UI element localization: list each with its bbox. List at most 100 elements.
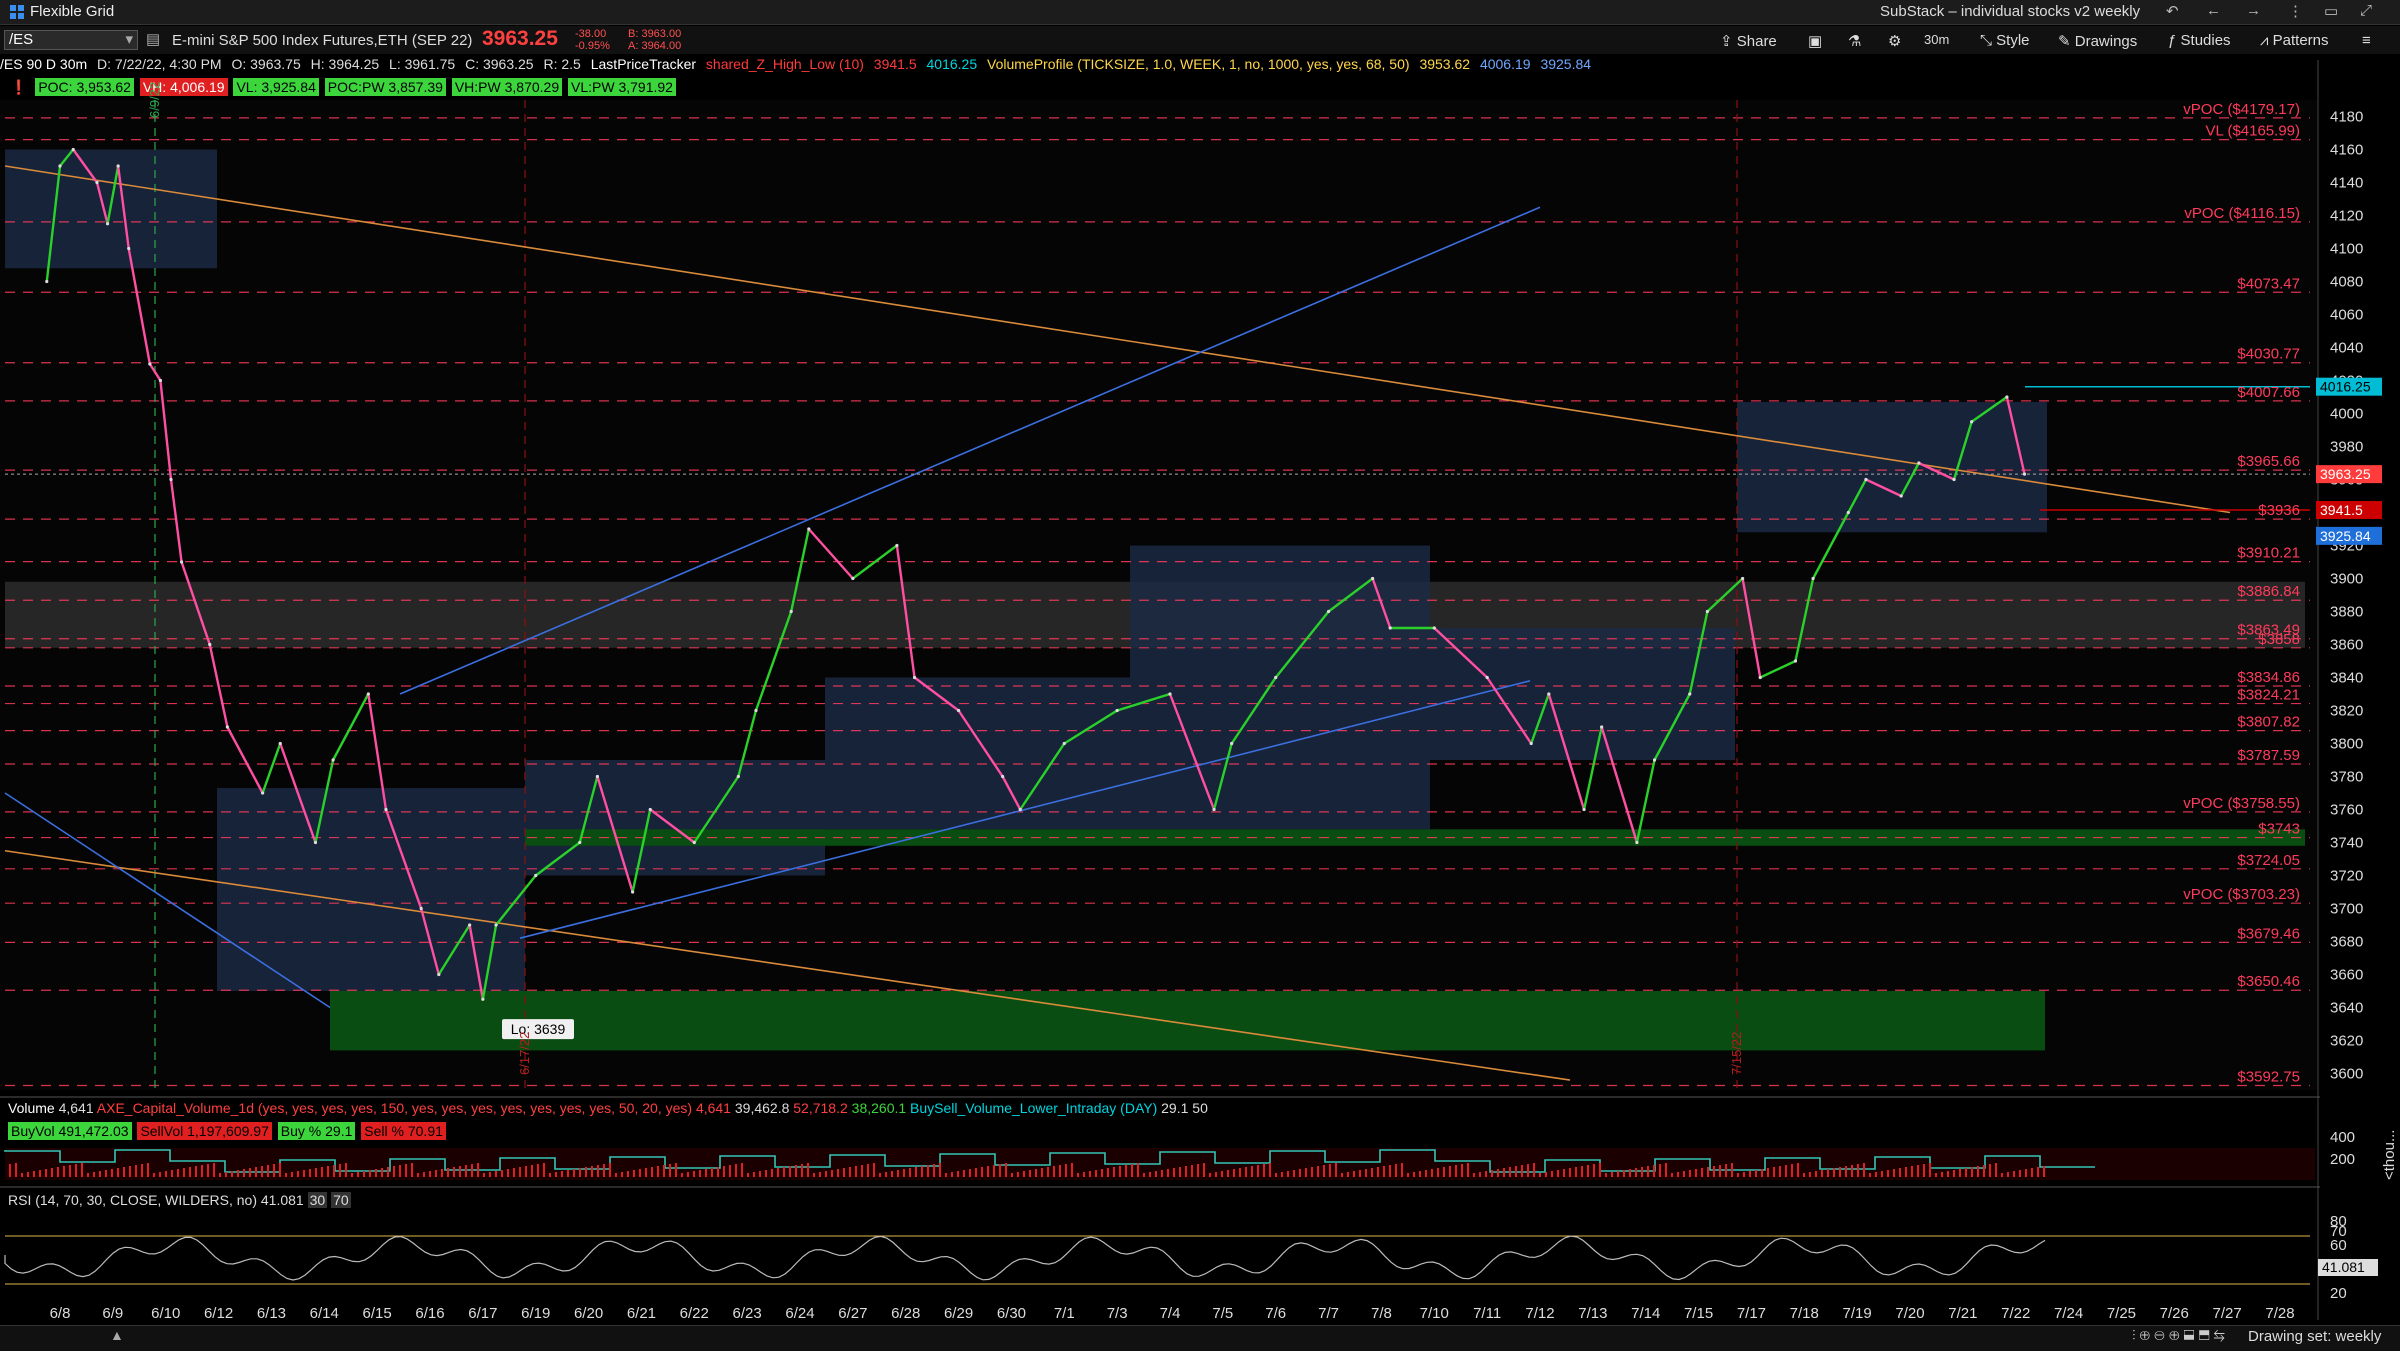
date-tick: 7/4 <box>1160 1305 1181 1322</box>
date-tick: 6/13 <box>257 1305 286 1322</box>
date-tick: 7/25 <box>2107 1305 2136 1322</box>
price-point <box>105 222 110 226</box>
collapse-icon[interactable]: ▲ <box>110 1327 124 1343</box>
level-label: $4073.47 <box>2237 275 2300 292</box>
week-marker-label: 6/17/22 <box>517 1032 532 1075</box>
price-point <box>148 362 152 366</box>
axe-value-4: 38,260.1 <box>851 1100 907 1116</box>
price-point <box>179 560 184 564</box>
price-tick: 3800 <box>2330 736 2363 753</box>
price-tick: 3820 <box>2330 703 2363 720</box>
price-point <box>692 840 696 845</box>
price-tick: 3740 <box>2330 835 2363 852</box>
price-point <box>169 477 173 482</box>
price-point <box>648 807 652 812</box>
level-label: $3650.46 <box>2237 973 2300 990</box>
price-point <box>1846 510 1850 515</box>
volume-profile-box <box>1737 401 2047 533</box>
level-label: $3592.75 <box>2237 1068 2300 1085</box>
week-marker-label: 6/9/22 <box>147 82 162 118</box>
date-tick: 7/7 <box>1318 1305 1339 1322</box>
price-point <box>331 758 335 762</box>
axe-value-3: 52,718.2 <box>793 1100 848 1116</box>
price-tick: 4080 <box>2330 274 2363 291</box>
date-tick: 7/26 <box>2160 1305 2189 1322</box>
drawing-set-label[interactable]: Drawing set: weekly <box>2248 1328 2381 1345</box>
date-tick: 6/9 <box>102 1305 123 1322</box>
rsi-value-tag-text: 41.081 <box>2322 1259 2365 1275</box>
price-point <box>1811 576 1815 581</box>
date-tick: 6/15 <box>363 1305 392 1322</box>
price-tick: 4180 <box>2330 109 2363 126</box>
price-axis-tag-text: 3941.5 <box>2320 502 2363 518</box>
price-point <box>384 807 388 812</box>
demand-zone <box>330 991 2045 1051</box>
zoom-icons[interactable]: ⫶ ⊕ ⊖ ⊕ ⬓ ⬒ ⇆ <box>2132 1327 2225 1344</box>
price-point <box>278 741 282 746</box>
date-tick: 6/19 <box>521 1305 550 1322</box>
price-point <box>1600 725 1604 729</box>
price-tick: 4160 <box>2330 142 2363 159</box>
price-chart[interactable]: 4180416041404120410040804060404040204000… <box>0 0 2400 1350</box>
date-tick: 6/29 <box>944 1305 973 1322</box>
axe-value-2: 39,462.8 <box>734 1100 790 1116</box>
date-tick: 6/22 <box>680 1305 709 1322</box>
date-tick: 6/23 <box>733 1305 762 1322</box>
price-point <box>2022 472 2027 476</box>
price-point <box>45 279 49 284</box>
level-label: VL ($4165.99) <box>2205 123 2300 140</box>
rsi-tick: 20 <box>2330 1285 2347 1302</box>
tag-buy-pct: Buy % 29.1 <box>277 1122 356 1140</box>
date-tick: 6/10 <box>151 1305 180 1322</box>
price-point <box>158 378 163 383</box>
buysell-study[interactable]: BuySell_Volume_Lower_Intraday (DAY) <box>910 1100 1157 1116</box>
price-point <box>1705 609 1709 614</box>
bottom-toolbar <box>0 1325 2400 1351</box>
price-point <box>956 708 961 713</box>
price-point <box>534 873 538 878</box>
level-label: $3743 <box>2258 821 2300 838</box>
price-point <box>1793 659 1798 663</box>
volume-title[interactable]: Volume <box>8 1100 55 1116</box>
axe-volume-study[interactable]: AXE_Capital_Volume_1d (yes, yes, yes, ye… <box>97 1100 692 1116</box>
price-point <box>1970 420 1974 424</box>
price-point <box>1326 609 1331 614</box>
date-tick: 6/12 <box>204 1305 233 1322</box>
price-tick: 3700 <box>2330 901 2363 918</box>
date-tick: 7/15 <box>1684 1305 1713 1322</box>
rsi-value: 41.081 <box>260 1192 304 1208</box>
price-point <box>95 180 99 185</box>
price-point <box>595 774 599 779</box>
price-tick: 3760 <box>2330 802 2363 819</box>
price-point <box>1274 675 1278 680</box>
level-label: $4007.66 <box>2237 384 2300 401</box>
price-axis-tag-text: 4016.25 <box>2320 379 2371 395</box>
date-tick: 6/28 <box>891 1305 920 1322</box>
price-tick: 3720 <box>2330 868 2363 885</box>
rsi-title[interactable]: RSI (14, 70, 30, CLOSE, WILDERS, no) <box>8 1192 257 1208</box>
price-point <box>1485 675 1489 680</box>
price-point <box>1168 692 1172 696</box>
date-tick: 7/12 <box>1525 1305 1554 1322</box>
level-label: $3824.21 <box>2237 687 2300 704</box>
price-point <box>1115 708 1119 713</box>
price-point <box>127 246 131 251</box>
level-label: $3724.05 <box>2237 852 2300 869</box>
price-point <box>1230 741 1234 746</box>
level-label: $3807.82 <box>2237 714 2300 731</box>
price-point <box>1388 626 1392 630</box>
volume-value: 4,641 <box>58 1100 94 1116</box>
rsi-os: 70 <box>331 1192 351 1208</box>
date-tick: 6/27 <box>838 1305 867 1322</box>
rsi-ob: 30 <box>307 1192 328 1208</box>
price-tick: 3660 <box>2330 967 2363 984</box>
date-tick: 7/24 <box>2054 1305 2083 1322</box>
price-point <box>1371 576 1375 581</box>
price-point <box>366 692 370 696</box>
tag-sell-pct: Sell % 70.91 <box>361 1122 446 1140</box>
price-tick: 3980 <box>2330 439 2363 456</box>
date-tick: 7/11 <box>1473 1305 1501 1322</box>
price-tick: 4140 <box>2330 175 2363 192</box>
price-point <box>1432 626 1436 630</box>
price-tick: 3680 <box>2330 934 2363 951</box>
